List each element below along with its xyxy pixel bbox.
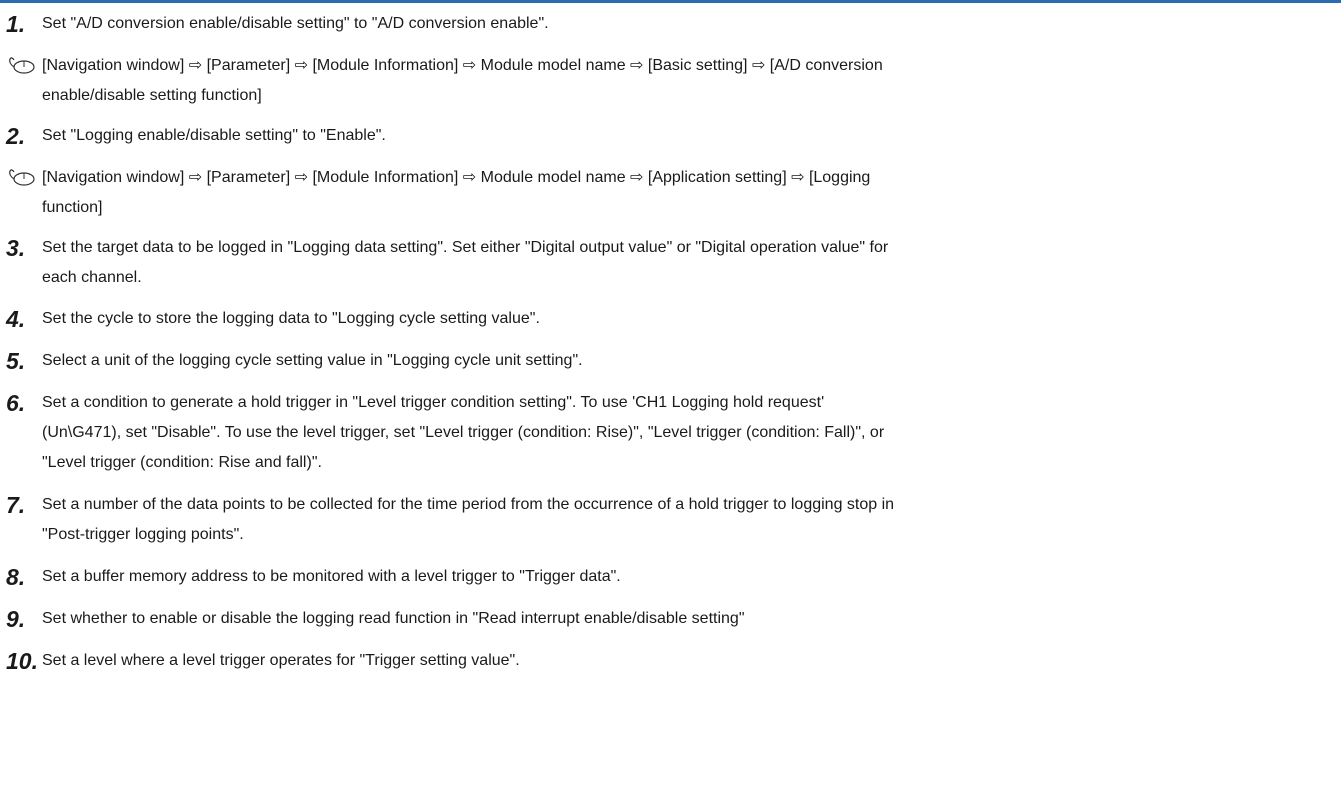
step-text: Set a buffer memory address to be monito… [42, 568, 621, 585]
step-number: 10. [6, 648, 38, 674]
step-text: Set the target data to be logged in "Log… [42, 239, 889, 256]
step-text: "Level trigger (condition: Rise and fall… [42, 454, 322, 471]
step-text: Set whether to enable or disable the log… [42, 610, 745, 627]
step-number: 8. [6, 564, 26, 590]
step-number: 9. [6, 606, 26, 632]
nav-path-text: function] [42, 199, 103, 216]
step-number: 5. [6, 348, 26, 374]
mouse-icon [6, 56, 36, 76]
nav-path-text: enable/disable setting function] [42, 87, 262, 104]
step-number: 3. [6, 235, 26, 261]
step-number: 7. [6, 492, 26, 518]
step-number: 4. [6, 306, 26, 332]
step-text: Set "A/D conversion enable/disable setti… [42, 15, 549, 32]
step-text: Set a number of the data points to be co… [42, 496, 895, 513]
step-text: Set a condition to generate a hold trigg… [42, 394, 825, 411]
step-number: 1. [6, 11, 26, 37]
step-text: each channel. [42, 269, 142, 286]
step-number: 2. [6, 123, 26, 149]
step-text: "Post-trigger logging points". [42, 526, 244, 543]
nav-path-text: [Navigation window] ⇨ [Parameter] ⇨ [Mod… [42, 169, 871, 186]
step-text: (Un\G471), set "Disable". To use the lev… [42, 424, 885, 441]
step-text: Select a unit of the logging cycle setti… [42, 352, 583, 369]
top-rule [0, 0, 1341, 3]
step-text: Set a level where a level trigger operat… [42, 652, 520, 669]
step-number: 6. [6, 390, 26, 416]
mouse-icon [6, 168, 36, 188]
step-text: Set "Logging enable/disable setting" to … [42, 127, 386, 144]
nav-path-text: [Navigation window] ⇨ [Parameter] ⇨ [Mod… [42, 57, 883, 74]
step-text: Set the cycle to store the logging data … [42, 310, 540, 327]
